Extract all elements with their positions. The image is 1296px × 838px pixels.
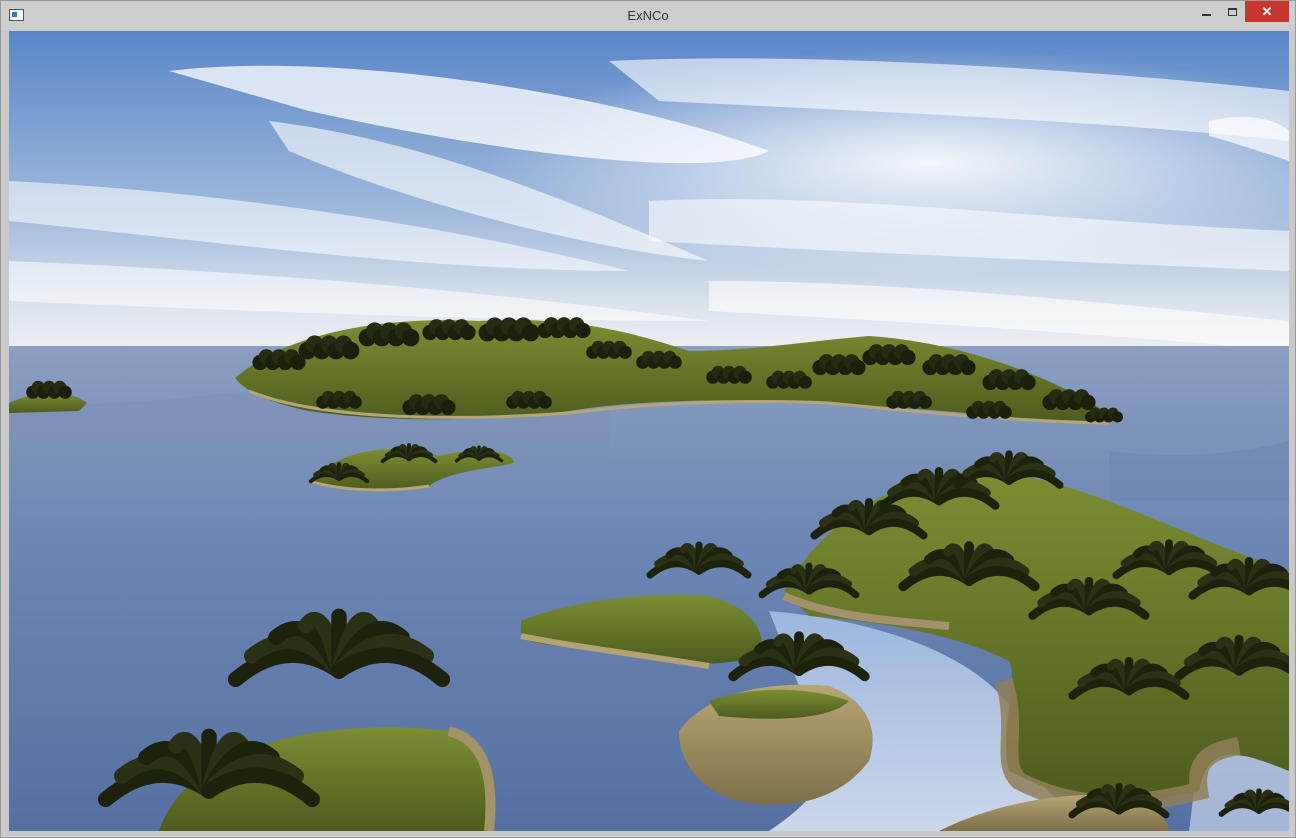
render-viewport[interactable] (9, 31, 1289, 831)
title-bar[interactable]: ExNCo ✕ (1, 1, 1295, 31)
island-scene (9, 31, 1289, 831)
maximize-icon (1227, 7, 1237, 16)
close-icon: ✕ (1261, 3, 1273, 19)
minimize-button[interactable] (1193, 1, 1219, 22)
app-window: ExNCo ✕ (0, 0, 1296, 838)
maximize-button[interactable] (1219, 1, 1245, 22)
minimize-icon (1201, 13, 1211, 16)
close-button[interactable]: ✕ (1245, 1, 1289, 22)
window-title: ExNCo (627, 8, 669, 23)
